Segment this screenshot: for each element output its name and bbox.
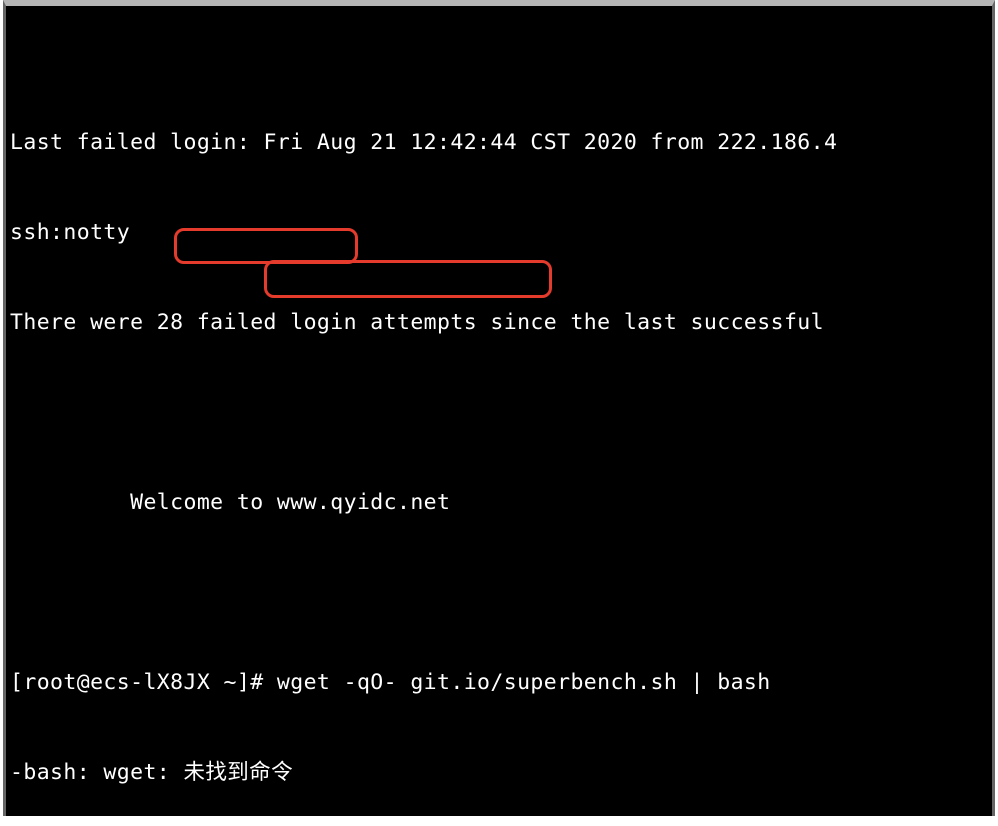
terminal-line: ssh:notty: [10, 218, 992, 248]
terminal-line: [10, 578, 992, 608]
terminal-line: [10, 398, 992, 428]
terminal-line: There were 28 failed login attempts sinc…: [10, 308, 992, 338]
terminal-line: -bash: wget: 未找到命令: [10, 758, 992, 788]
terminal-window[interactable]: Last failed login: Fri Aug 21 12:42:44 C…: [3, 0, 995, 816]
terminal-line: Welcome to www.qyidc.net: [10, 488, 992, 518]
terminal-line: [root@ecs-lX8JX ~]# wget -qO- git.io/sup…: [10, 668, 992, 698]
terminal-buffer: Last failed login: Fri Aug 21 12:42:44 C…: [6, 66, 992, 816]
terminal-line: Last failed login: Fri Aug 21 12:42:44 C…: [10, 128, 992, 158]
